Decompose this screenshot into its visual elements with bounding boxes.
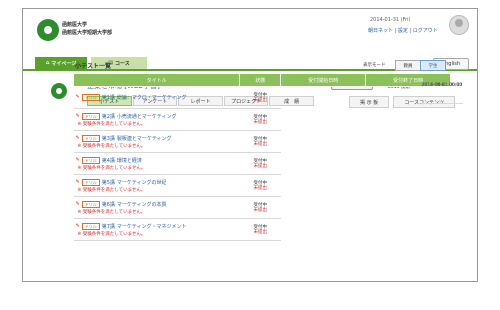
section-title: 小テスト一覧: [75, 63, 112, 70]
drill-badge: ドリル: [81, 93, 100, 101]
university-name: 函館医大学: [62, 22, 88, 28]
quiz-title-cell: ✎ ドリル 第7講 マーケティング・マネジメント ※ 受験条件を満たしていません。: [73, 218, 240, 241]
requirement-warning: ※ 受験条件を満たしていません。: [77, 121, 146, 127]
status-unsubmitted: 未提出: [253, 163, 268, 169]
table-row[interactable]: ✎ ドリル 第1講 総論：マクロ・マーケティング 受付中 未提出 2013-09-21 00…: [73, 83, 464, 109]
table-row[interactable]: ✎ ドリル 第4講 環境と経済 ※ 受験条件を満たしていません。 受付中 未提出 2013-0…: [73, 83, 464, 175]
requirement-warning: ※ 受験条件を満たしていません。: [77, 231, 146, 237]
table-row[interactable]: ✎ ドリル 第3講 製販連とマーケティング ※ 受験条件を満たしていません。 受付中 未提出…: [73, 83, 464, 153]
status-cell: 受付中 未提出: [239, 130, 281, 153]
drill-badge: ドリル: [81, 156, 100, 164]
table-row[interactable]: ✎ ドリル 第2講 小売流通とマーケティング ※ 受験条件を満たしていません。 受付中 未提…: [73, 83, 464, 131]
link-separator: |: [409, 28, 412, 34]
col-title: タイトル: [72, 73, 241, 87]
requirement-warning: ※ 受験条件を満たしていません。: [77, 187, 146, 193]
quiz-title-link[interactable]: 環境と経済: [117, 157, 142, 164]
requirement-warning: ※ 受験条件を満たしていません。: [77, 143, 146, 149]
university-subname: 函館医大学短期大学部: [62, 30, 113, 36]
pencil-icon: ✎: [75, 201, 80, 207]
quiz-title-link[interactable]: マーケティングの本質: [117, 201, 167, 208]
status-cell: 受付中 未提出: [239, 86, 281, 109]
table-row[interactable]: ✎ ドリル 第5講 マーケティングの世紀 ※ 受験条件を満たしていません。 受付中 未提出 2…: [73, 83, 464, 197]
drill-badge: ドリル: [81, 200, 100, 208]
drill-badge: ドリル: [81, 112, 100, 120]
logout-link[interactable]: ログアウト: [413, 28, 438, 34]
quiz-title-link[interactable]: 製販連とマーケティング: [117, 135, 172, 142]
settings-link[interactable]: 設定: [398, 28, 408, 34]
link-separator: |: [394, 28, 397, 34]
requirement-warning: ※ 受験条件を満たしていません。: [77, 209, 146, 215]
header-links: 朝日ネット | 設定 | ログアウト: [368, 27, 438, 34]
quiz-title-link[interactable]: マーケティングの世紀: [117, 179, 167, 186]
tab-course-label: コース: [114, 60, 130, 67]
table-header-row: タイトル 状態 受付開始日時 受付終了日時: [72, 73, 451, 87]
lecture-number: 第4講: [101, 157, 115, 164]
pencil-icon: ✎: [75, 94, 80, 100]
status-cell: 受付中 未提出: [239, 196, 281, 219]
quiz-title-cell: ✎ ドリル 第1講 総論：マクロ・マーケティング: [73, 86, 240, 109]
col-start: 受付開始日時: [280, 73, 367, 87]
quiz-title-link[interactable]: マーケティング・マネジメント: [117, 223, 187, 230]
lecture-number: 第3講: [101, 135, 115, 142]
avatar[interactable]: [449, 15, 469, 35]
lms-window: 函館医大学 函館医大学短期大学部 2014-01-31 (Fri) 朝日ネット …: [22, 8, 478, 282]
quiz-title-link[interactable]: 小売流通とマーケティング: [117, 113, 177, 120]
requirement-warning: ※ 受験条件を満たしていません。: [77, 165, 146, 171]
display-mode-label: 表示モード: [363, 63, 386, 68]
col-status: 状態: [239, 73, 282, 87]
mode-teacher-button[interactable]: 教員: [395, 60, 421, 71]
table-row[interactable]: ✎ ドリル 第6講 マーケティングの本質 ※ 受験条件を満たしていません。 受付中 未提出 2…: [73, 83, 464, 219]
quiz-title-link[interactable]: 総論：マクロ・マーケティング: [117, 94, 187, 101]
quiz-title-cell: ✎ ドリル 第3講 製販連とマーケティング ※ 受験条件を満たしていません。: [73, 130, 240, 153]
current-datetime: 2014-01-31 (Fri): [370, 17, 411, 23]
status-unsubmitted: 未提出: [253, 119, 268, 125]
status-unsubmitted: 未提出: [253, 185, 268, 191]
table-row[interactable]: ✎ ドリル 第7講 マーケティング・マネジメント ※ 受験条件を満たしていません。 受付中…: [73, 83, 464, 241]
university-logo-icon: [37, 19, 59, 41]
pencil-icon: ✎: [75, 223, 80, 229]
status-cell: 受付中 未提出: [239, 218, 281, 241]
status-unsubmitted: 未提出: [253, 207, 268, 213]
mode-student-button[interactable]: 学生: [420, 60, 446, 71]
quiz-table: タイトル 状態 受付開始日時 受付終了日時 ✎ ドリル 第1講 総論：マクロ・マーケテ…: [72, 73, 464, 241]
lecture-number: 第1講: [101, 94, 115, 101]
lecture-number: 第5講: [101, 179, 115, 186]
user-link[interactable]: 朝日ネット: [368, 28, 393, 34]
status-cell: 受付中 未提出: [239, 108, 281, 131]
quiz-title-cell: ✎ ドリル 第4講 環境と経済 ※ 受験条件を満たしていません。: [73, 152, 240, 175]
pencil-icon: ✎: [75, 113, 80, 119]
drill-badge: ドリル: [81, 134, 100, 142]
drill-badge: ドリル: [81, 222, 100, 230]
top-header: 函館医大学 函館医大学短期大学部 2014-01-31 (Fri) 朝日ネット …: [23, 9, 477, 53]
house-icon: ⌂: [45, 60, 50, 66]
quiz-title-cell: ✎ ドリル 第5講 マーケティングの世紀 ※ 受験条件を満たしていません。: [73, 174, 240, 197]
pencil-icon: ✎: [75, 135, 80, 141]
quiz-title-cell: ✎ ドリル 第2講 小売流通とマーケティング ※ 受験条件を満たしていません。: [73, 108, 240, 131]
drill-badge: ドリル: [81, 178, 100, 186]
lecture-number: 第6講: [101, 201, 115, 208]
lecture-number: 第2講: [101, 113, 115, 120]
status-unsubmitted: 未提出: [253, 141, 268, 147]
end-date: 2014-04-01 00:00: [420, 82, 464, 104]
status-cell: 受付中 未提出: [239, 174, 281, 197]
status-unsubmitted: 未提出: [253, 97, 268, 103]
course-logo-icon: [51, 83, 67, 99]
lecture-number: 第7講: [101, 223, 115, 230]
pencil-icon: ✎: [75, 157, 80, 163]
pencil-icon: ✎: [75, 179, 80, 185]
status-unsubmitted: 未提出: [253, 229, 268, 235]
status-cell: 受付中 未提出: [239, 152, 281, 175]
tab-mypage-label: マイページ: [51, 60, 77, 67]
quiz-title-cell: ✎ ドリル 第6講 マーケティングの本質 ※ 受験条件を満たしていません。: [73, 196, 240, 219]
